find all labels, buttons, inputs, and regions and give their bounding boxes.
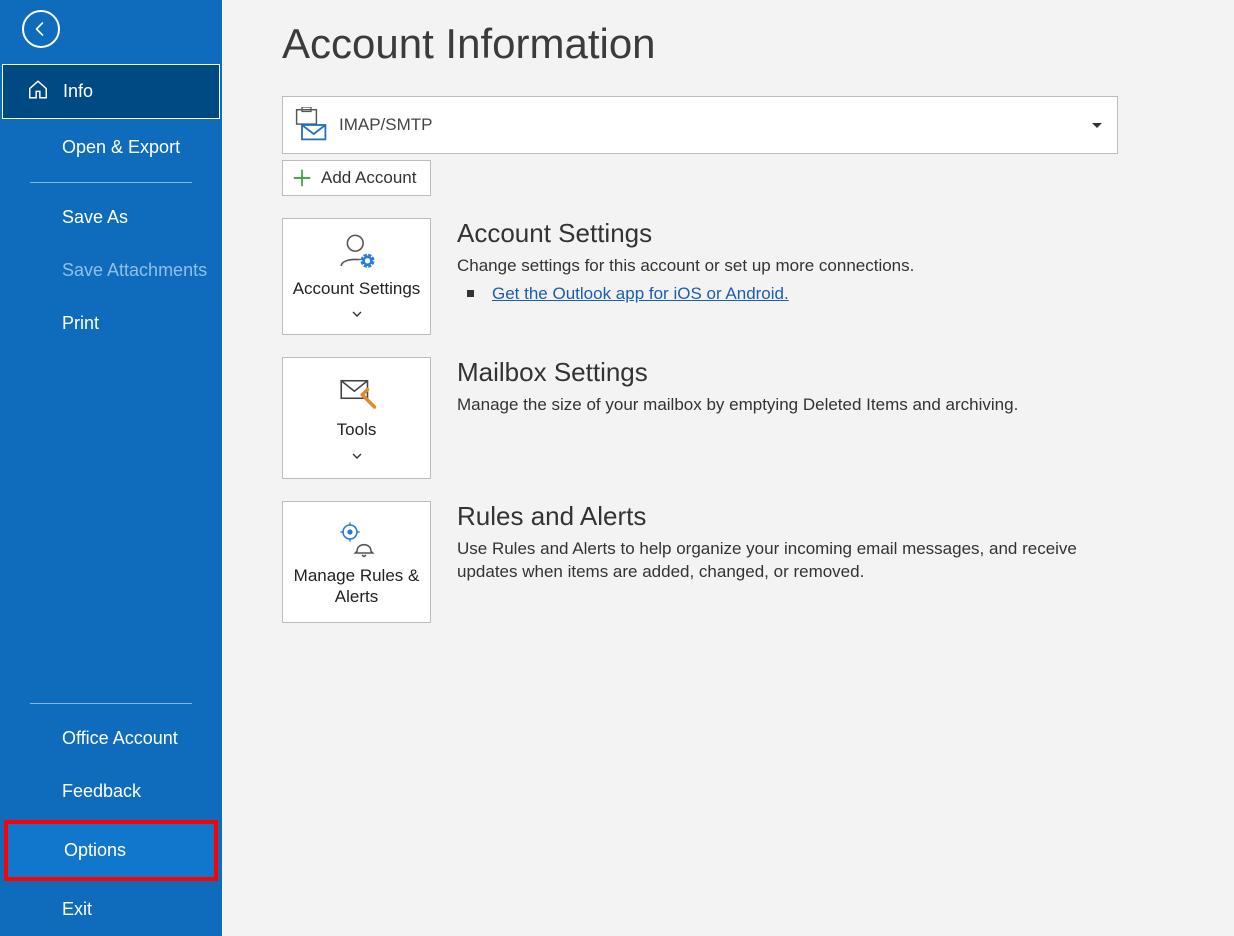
section-account-settings: Account Settings Account Settings Change… <box>282 218 1234 335</box>
sidebar-spacer <box>0 350 222 687</box>
nav-save-attachments: Save Attachments <box>0 244 222 297</box>
sidebar-divider <box>30 182 192 183</box>
home-icon <box>27 78 49 105</box>
rules-desc: Use Rules and Alerts to help organize yo… <box>457 538 1117 584</box>
section-mailbox-settings: Tools Mailbox Settings Manage the size o… <box>282 357 1234 479</box>
account-settings-text: Account Settings Change settings for thi… <box>457 218 914 304</box>
section-rules-alerts: Manage Rules & Alerts Rules and Alerts U… <box>282 501 1234 623</box>
mailbox-settings-text: Mailbox Settings Manage the size of your… <box>457 357 1018 423</box>
nav-print-label: Print <box>62 313 99 333</box>
account-settings-card-label: Account Settings <box>293 279 421 299</box>
tools-button[interactable]: Tools <box>282 357 431 479</box>
account-selector[interactable]: IMAP/SMTP <box>282 96 1118 154</box>
nav-options-label: Options <box>64 840 126 860</box>
nav-options[interactable]: Options <box>8 824 214 877</box>
outlook-app-bullet: Get the Outlook app for iOS or Android. <box>467 284 914 304</box>
mailbox-desc: Manage the size of your mailbox by empty… <box>457 394 1018 417</box>
manage-rules-button[interactable]: Manage Rules & Alerts <box>282 501 431 623</box>
nav-exit[interactable]: Exit <box>0 883 222 936</box>
sidebar-divider-lower <box>30 703 192 704</box>
main-panel: Account Information IMAP/SMTP Add Accoun… <box>222 0 1234 936</box>
account-mailbox-icon <box>293 107 329 143</box>
add-account-label: Add Account <box>321 168 416 188</box>
user-gear-icon <box>336 231 378 273</box>
rules-card-label: Manage Rules & Alerts <box>289 566 424 607</box>
nav-save-as-label: Save As <box>62 207 128 227</box>
bullet-icon <box>467 290 474 297</box>
add-account-button[interactable]: Add Account <box>282 160 431 196</box>
nav-save-attachments-label: Save Attachments <box>62 260 207 280</box>
account-settings-heading: Account Settings <box>457 218 914 249</box>
nav-open-export[interactable]: Open & Export <box>0 121 222 174</box>
tools-card-label: Tools <box>337 420 377 440</box>
mailbox-tools-icon <box>336 372 378 414</box>
account-settings-button[interactable]: Account Settings <box>282 218 431 335</box>
nav-feedback-label: Feedback <box>62 781 141 801</box>
nav-open-export-label: Open & Export <box>62 137 180 157</box>
back-button[interactable] <box>22 10 60 48</box>
nav-exit-label: Exit <box>62 899 92 919</box>
outlook-app-link[interactable]: Get the Outlook app for iOS or Android. <box>492 284 789 304</box>
nav-save-as[interactable]: Save As <box>0 191 222 244</box>
rules-text: Rules and Alerts Use Rules and Alerts to… <box>457 501 1117 590</box>
nav-office-account-label: Office Account <box>62 728 178 748</box>
nav-feedback[interactable]: Feedback <box>0 765 222 818</box>
chevron-down-icon <box>352 303 362 323</box>
nav-print[interactable]: Print <box>0 297 222 350</box>
rules-bell-icon <box>336 518 378 560</box>
mailbox-heading: Mailbox Settings <box>457 357 1018 388</box>
backstage-sidebar: Info Open & Export Save As Save Attachme… <box>0 0 222 936</box>
nav-info-label: Info <box>63 81 93 101</box>
arrow-left-icon <box>32 20 50 38</box>
plus-icon <box>291 167 313 189</box>
options-highlight: Options <box>4 820 218 881</box>
account-type-label: IMAP/SMTP <box>339 115 433 135</box>
account-settings-desc: Change settings for this account or set … <box>457 255 914 278</box>
nav-info[interactable]: Info <box>2 64 220 119</box>
page-title: Account Information <box>282 20 1234 68</box>
rules-heading: Rules and Alerts <box>457 501 1117 532</box>
caret-down-icon <box>1091 117 1103 133</box>
chevron-down-icon <box>352 445 362 465</box>
nav-office-account[interactable]: Office Account <box>0 712 222 765</box>
